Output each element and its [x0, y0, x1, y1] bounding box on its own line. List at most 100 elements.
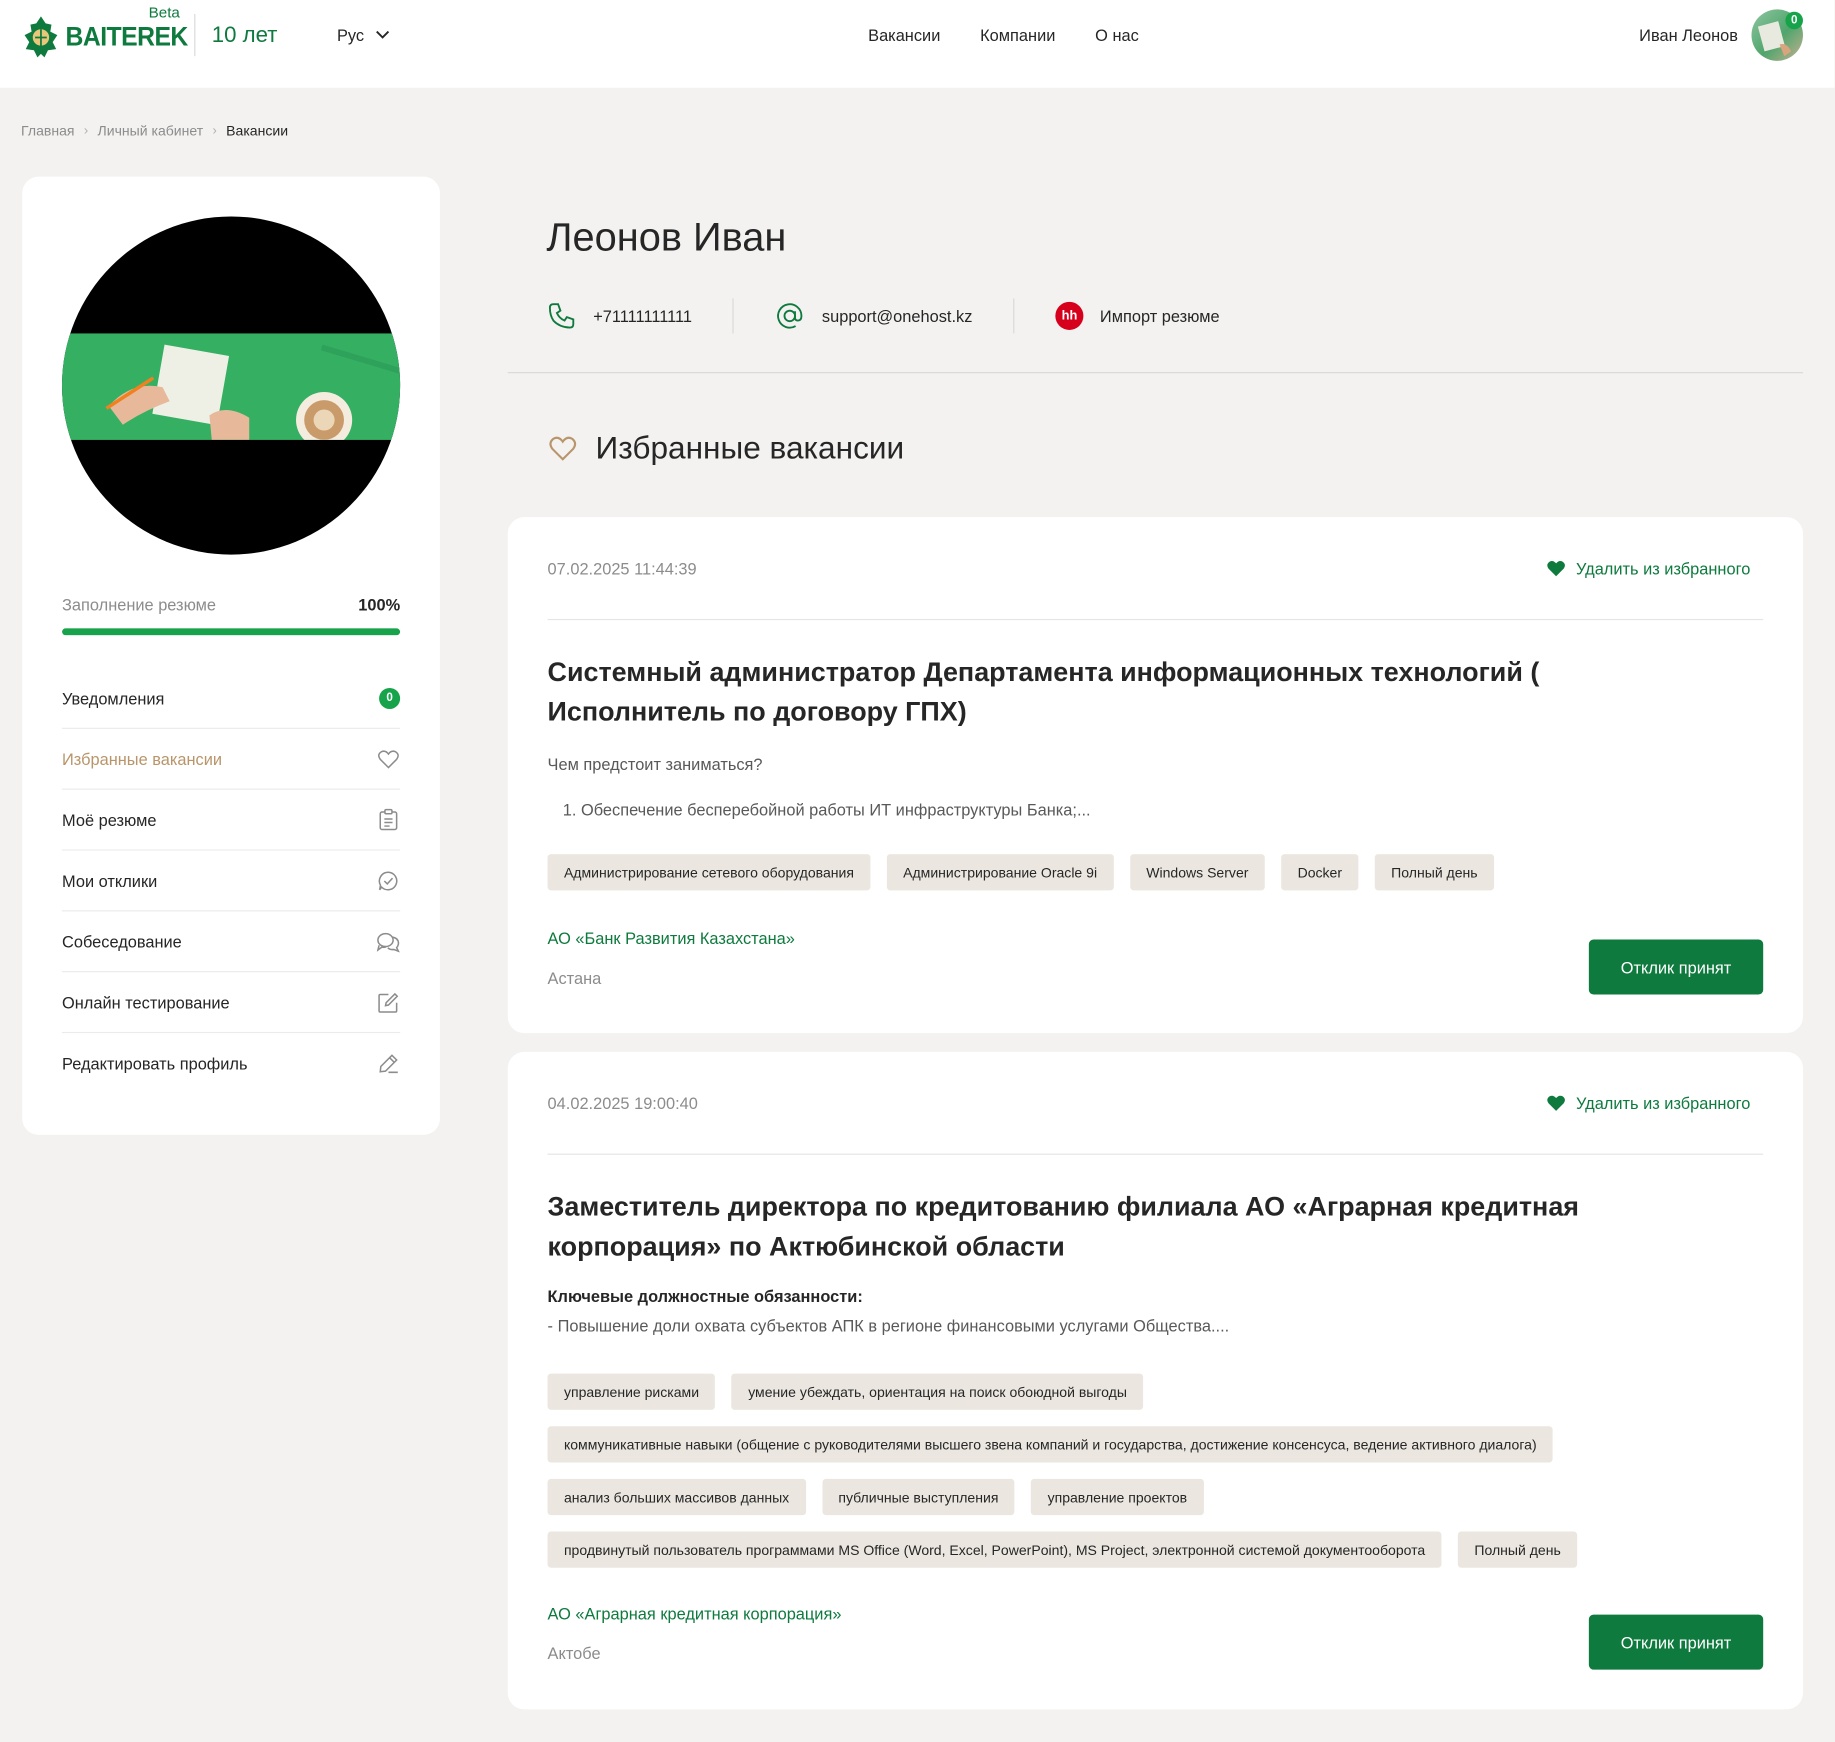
skill-tag: Администрирование сетевого оборудования	[547, 854, 871, 891]
vacancy-city: Актобе	[547, 1643, 601, 1663]
breadcrumb-current: Вакансии	[226, 122, 289, 140]
vacancy-card[interactable]: 04.02.2025 19:00:40 Удалить из избранног…	[507, 1051, 1803, 1710]
phone-contact[interactable]: +71111111111	[546, 301, 692, 331]
breadcrumb-cabinet[interactable]: Личный кабинет	[98, 123, 204, 139]
resume-progress-fill	[62, 628, 401, 636]
sidebar-item-responses[interactable]: Мои отклики	[62, 851, 401, 912]
remove-favorite-label: Удалить из избранного	[1576, 559, 1751, 578]
contact-divider	[1013, 298, 1015, 334]
sidebar-item-edit-profile[interactable]: Редактировать профиль	[62, 1033, 400, 1094]
sidebar-menu: Уведомления 0 Избранные вакансии Моё рез…	[62, 668, 401, 1094]
sidebar-item-favorites[interactable]: Избранные вакансии	[62, 729, 401, 790]
vacancy-title[interactable]: Заместитель директора по кредитованию фи…	[548, 1186, 1718, 1266]
vacancy-card[interactable]: 07.02.2025 11:44:39 Удалить из избранног…	[507, 517, 1803, 1034]
nav-companies[interactable]: Компании	[980, 26, 1055, 45]
vacancy-company[interactable]: АО «Аграрная кредитная корпорация»	[548, 1604, 842, 1623]
card-divider	[547, 618, 1764, 621]
skill-tag: Полный день	[1457, 1531, 1578, 1568]
card-divider	[547, 1153, 1764, 1155]
chevron-right-icon: ›	[83, 124, 89, 139]
skill-tag: умение убеждать, ориентация на поиск обо…	[731, 1373, 1144, 1410]
profile-photo[interactable]	[62, 216, 401, 555]
sidebar-item-label: Уведомления	[62, 688, 165, 708]
sidebar-item-resume[interactable]: Моё резюме	[62, 790, 401, 851]
profile-contacts: +71111111111 support@onehost.kz hh Импор…	[546, 298, 1220, 334]
response-accepted-button[interactable]: Отклик принят	[1588, 1614, 1764, 1670]
profile-sidebar: Заполнение резюме 100% Уведомления 0 Изб…	[22, 176, 440, 1135]
vacancy-date: 04.02.2025 19:00:40	[547, 1093, 698, 1113]
profile-name: Леонов Иван	[546, 215, 787, 260]
import-resume-button[interactable]: hh Импорт резюме	[1055, 301, 1220, 330]
vacancy-tags: Администрирование сетевого оборудования …	[547, 854, 1765, 891]
sidebar-item-interview[interactable]: Собеседование	[62, 911, 401, 973]
vacancy-city: Астана	[547, 968, 602, 988]
language-label: Рус	[336, 25, 365, 45]
vacancy-title[interactable]: Системный администратор Департамента инф…	[548, 652, 1718, 732]
sidebar-item-notifications[interactable]: Уведомления 0	[62, 668, 401, 729]
response-accepted-button[interactable]: Отклик принят	[1588, 939, 1764, 995]
sidebar-item-testing[interactable]: Онлайн тестирование	[62, 972, 401, 1034]
chevron-down-icon	[376, 30, 390, 39]
sidebar-item-label: Моё резюме	[62, 810, 157, 829]
resume-progress-bar	[62, 628, 401, 636]
remove-favorite-label: Удалить из избранного	[1576, 1093, 1751, 1113]
at-icon	[777, 303, 803, 329]
logo-divider	[194, 14, 196, 57]
skill-tag: управление рисками	[547, 1373, 716, 1410]
baiterek-logo[interactable]: BAITEREK Beta	[20, 4, 188, 63]
logo-text: BAITEREK	[65, 21, 189, 52]
skill-tag: Администрирование Oracle 9i	[886, 854, 1114, 891]
remove-favorite-button[interactable]: Удалить из избранного	[1547, 559, 1751, 578]
section-divider	[507, 372, 1803, 374]
profile-photo-image	[62, 333, 401, 449]
import-resume-label: Импорт резюме	[1099, 306, 1220, 326]
edit-square-icon	[377, 990, 400, 1013]
language-select[interactable]: Рус	[336, 25, 390, 45]
chat-check-icon	[377, 869, 400, 892]
clipboard-icon	[377, 808, 400, 831]
skill-tag: публичные выступления	[821, 1478, 1015, 1516]
main-nav: Вакансии Компании О нас	[868, 26, 1139, 45]
vacancy-tags: управление рисками умение убеждать, орие…	[547, 1373, 1765, 1568]
resume-progress-label: Заполнение резюме	[62, 595, 217, 615]
skill-tag: продвинутый пользователь программами MS …	[547, 1531, 1442, 1568]
notifications-count-badge: 0	[379, 687, 401, 709]
vacancy-description-heading: Чем предстоит заниматься?	[547, 754, 763, 774]
skill-tag: коммуникативные навыки (общение с руково…	[547, 1426, 1554, 1463]
photo-scene-icon	[105, 344, 401, 449]
nav-vacancies[interactable]: Вакансии	[868, 26, 940, 45]
skill-tag: Полный день	[1374, 854, 1495, 891]
breadcrumb: Главная › Личный кабинет › Вакансии	[21, 123, 288, 139]
vacancy-description-text: 1. Обеспечение бесперебойной работы ИТ и…	[562, 800, 1091, 819]
vacancy-company[interactable]: АО «Банк Развития Казахстана»	[548, 929, 795, 948]
skill-tag: анализ больших массивов данных	[547, 1478, 806, 1516]
phone-number: +71111111111	[593, 306, 693, 326]
contact-divider	[732, 298, 735, 334]
breadcrumb-home[interactable]: Главная	[21, 123, 74, 139]
skill-tag: Docker	[1281, 854, 1359, 891]
sidebar-item-label: Собеседование	[62, 931, 182, 951]
hh-logo-icon: hh	[1055, 301, 1084, 330]
pencil-icon	[377, 1052, 400, 1075]
remove-favorite-button[interactable]: Удалить из избранного	[1547, 1093, 1751, 1113]
nav-about[interactable]: О нас	[1095, 26, 1139, 45]
heart-outline-icon	[549, 436, 577, 461]
sidebar-item-label: Онлайн тестирование	[62, 992, 230, 1012]
heart-filled-icon	[1547, 1095, 1565, 1111]
user-name[interactable]: Иван Леонов	[1639, 26, 1738, 45]
skill-tag: управление проектов	[1031, 1478, 1204, 1516]
vacancy-date: 07.02.2025 11:44:39	[547, 559, 697, 578]
top-header: BAITEREK Beta 10 лет Рус Вакансии Компан…	[0, 0, 1835, 88]
vacancy-description-heading: Ключевые должностные обязанности:	[547, 1287, 863, 1306]
email-address: support@onehost.kz	[821, 306, 973, 326]
vacancy-description-text: - Повышение доли охвата субъектов АПК в …	[547, 1316, 1230, 1335]
beta-label: Beta	[148, 3, 180, 22]
sidebar-item-label: Мои отклики	[62, 871, 158, 890]
sidebar-item-label: Редактировать профиль	[62, 1054, 248, 1073]
favorites-title: Избранные вакансии	[595, 430, 905, 466]
chat-bubbles-icon	[376, 930, 400, 953]
resume-progress-value: 100%	[358, 595, 401, 615]
email-contact[interactable]: support@onehost.kz	[775, 301, 972, 331]
heart-icon	[377, 747, 400, 770]
heart-filled-icon	[1547, 561, 1565, 577]
